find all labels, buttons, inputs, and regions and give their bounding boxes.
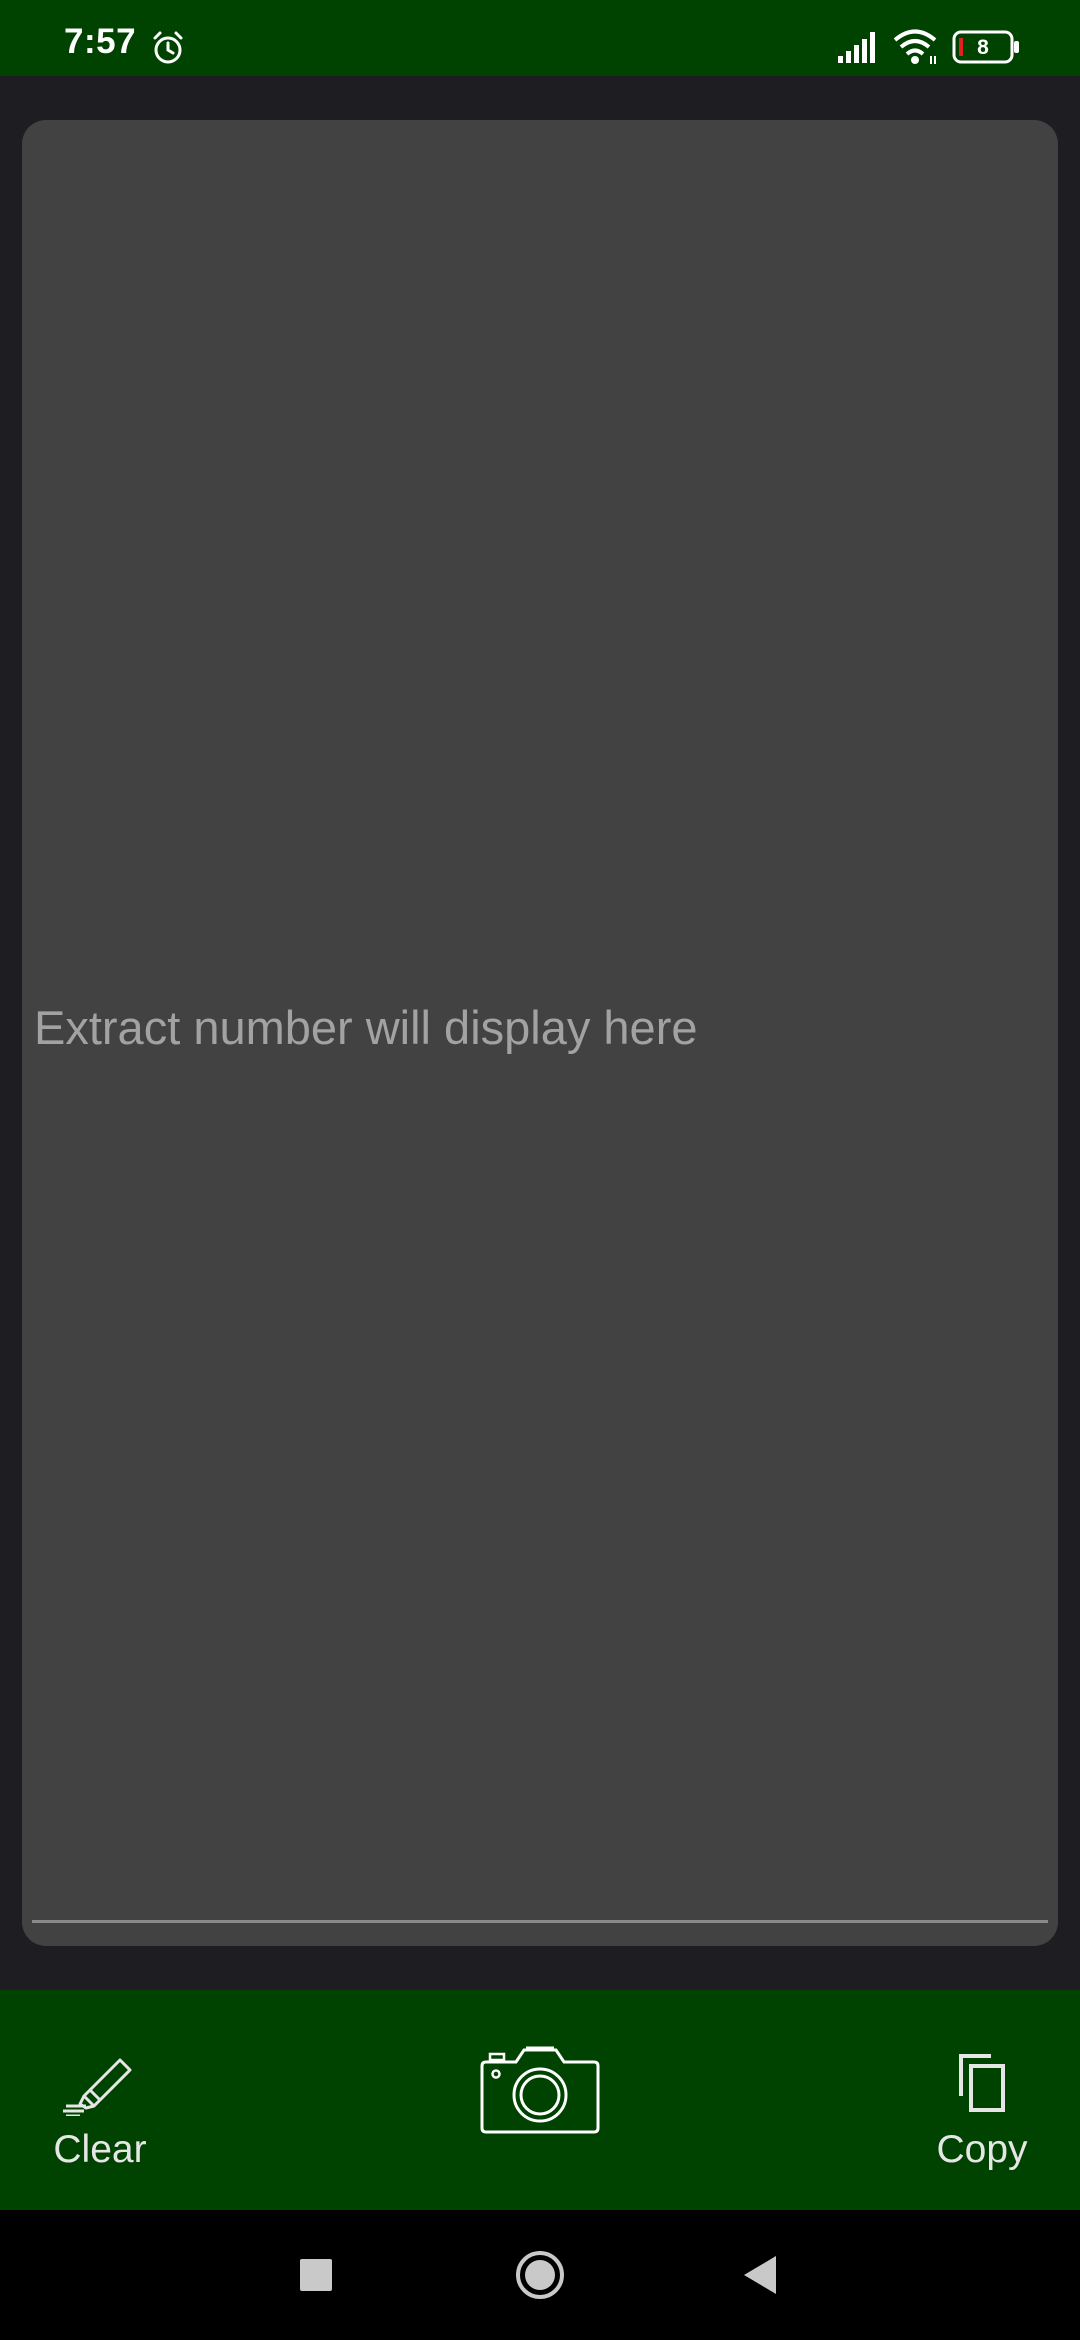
status-bar: 7:57 8 — [0, 0, 1080, 76]
home-circle-icon[interactable] — [512, 2250, 568, 2300]
highlighter-icon — [63, 2058, 132, 2116]
recents-square-icon[interactable] — [298, 2250, 334, 2300]
result-placeholder: Extract number will display here — [34, 1001, 698, 1054]
status-time: 7:57 — [64, 22, 137, 61]
wifi-icon — [893, 29, 937, 64]
camera-button[interactable] — [478, 2040, 602, 2140]
copy-icon — [959, 2054, 1005, 2112]
result-underline — [32, 1920, 1048, 1923]
signal-icon — [838, 32, 875, 63]
battery-level: 8 — [977, 36, 989, 59]
system-nav-bar — [0, 2210, 1080, 2340]
bottom-action-bar: Clear Copy — [0, 1990, 1080, 2210]
clear-button[interactable]: Clear — [40, 2050, 160, 2190]
alarm-icon — [153, 31, 183, 64]
clear-label: Clear — [53, 2128, 147, 2171]
copy-label: Copy — [936, 2128, 1028, 2171]
copy-button[interactable]: Copy — [920, 2050, 1044, 2190]
camera-icon — [480, 2046, 600, 2134]
back-triangle-icon[interactable] — [740, 2250, 780, 2300]
result-display[interactable]: Extract number will display here — [22, 120, 1058, 1946]
